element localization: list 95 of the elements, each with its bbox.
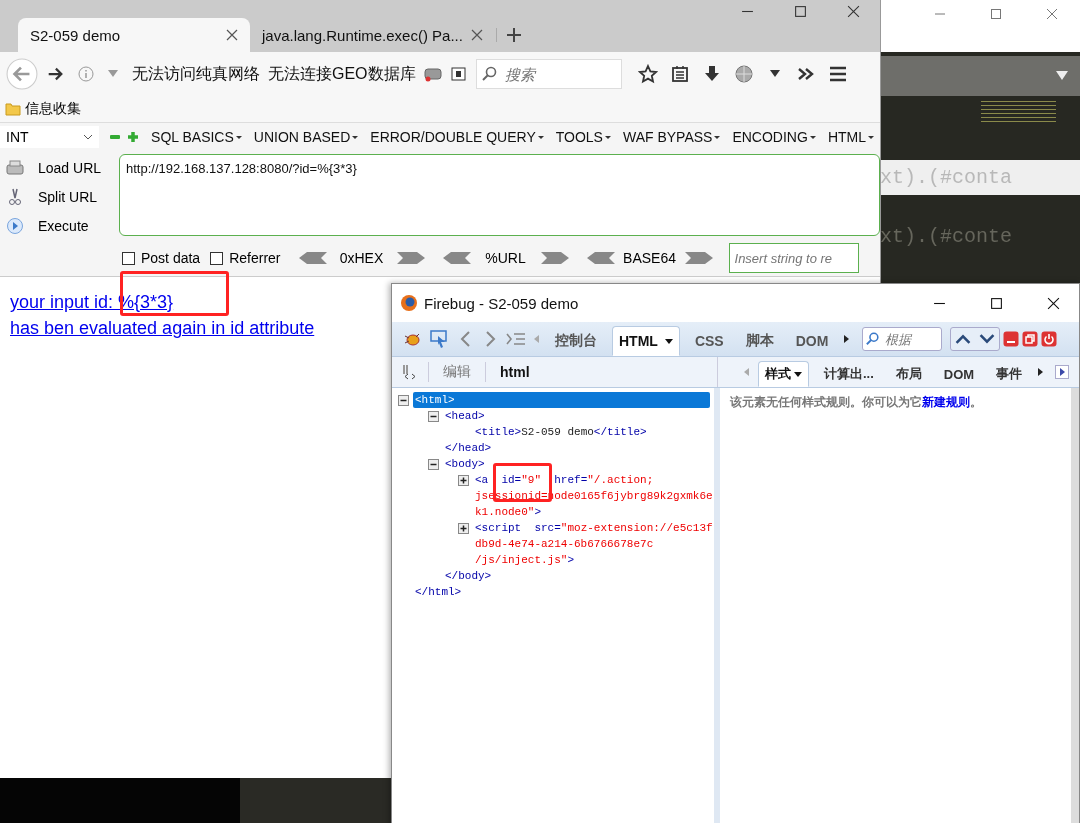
- edit-button[interactable]: 编辑: [439, 363, 475, 381]
- left-arrow-icon[interactable]: [586, 251, 615, 265]
- maximize-icon[interactable]: [990, 296, 1003, 310]
- encoding-label: 0xHEX: [338, 250, 385, 266]
- maximize-icon[interactable]: [794, 5, 807, 18]
- side-panel-tab[interactable]: 布局: [888, 361, 929, 387]
- browser-tab[interactable]: java.lang.Runtime.exec() Pa...: [250, 18, 482, 52]
- toolbar-menu[interactable]: SQL BASICS: [145, 129, 248, 145]
- panel-tab[interactable]: 控制台: [548, 326, 604, 356]
- toolbar-menu[interactable]: HTML: [821, 129, 880, 145]
- dom-node[interactable]: <head>: [443, 408, 487, 424]
- star-icon[interactable]: [637, 64, 658, 84]
- panel-tab[interactable]: 脚本: [738, 326, 781, 356]
- scroll-right-icon[interactable]: [1037, 368, 1044, 376]
- toolbar-menu[interactable]: TOOLS: [549, 129, 617, 145]
- globe-icon[interactable]: [733, 64, 754, 84]
- play-icon: [6, 216, 24, 235]
- bookmark-label: 信息收集: [25, 100, 81, 118]
- browser-logo-icon: [400, 294, 418, 312]
- forward-arrow-icon[interactable]: [46, 65, 64, 83]
- panel-tab[interactable]: HTML: [612, 326, 680, 356]
- encoding-label: %URL: [484, 250, 527, 266]
- plus-icon[interactable]: [127, 131, 140, 143]
- action-button[interactable]: Split URL: [0, 182, 119, 211]
- left-arrow-icon[interactable]: [442, 251, 471, 265]
- reading-list-icon[interactable]: [669, 64, 690, 84]
- search-icon: [481, 66, 498, 82]
- bookmark-folder[interactable]: 信息收集: [5, 100, 81, 118]
- dom-node[interactable]: <title>S2-059 demo</title>: [473, 424, 649, 440]
- new-tab-icon[interactable]: [496, 28, 521, 42]
- expand-toggle-icon[interactable]: [458, 475, 469, 486]
- status-text: 无法连接GEO数据库: [268, 63, 416, 84]
- closing-tag: </html>: [413, 584, 464, 600]
- closing-tag: </body>: [443, 568, 494, 584]
- breadcrumb-item[interactable]: html: [496, 364, 534, 380]
- action-button[interactable]: Load URL: [0, 153, 119, 182]
- menu-icon[interactable]: [827, 64, 848, 84]
- restore-icon[interactable]: [1022, 331, 1039, 347]
- power-icon[interactable]: [1041, 331, 1058, 347]
- panel-tab[interactable]: CSS: [687, 326, 731, 356]
- caret-icon[interactable]: [1056, 71, 1068, 81]
- code-view-icon[interactable]: [402, 364, 418, 380]
- dropdown-caret-icon[interactable]: [769, 70, 780, 78]
- right-arrow-icon[interactable]: [540, 251, 569, 265]
- checkbox[interactable]: [122, 251, 135, 265]
- close-icon[interactable]: [847, 5, 860, 18]
- search-icon: [866, 332, 881, 346]
- side-panel-tab[interactable]: 样式: [758, 361, 809, 387]
- checkbox[interactable]: [210, 251, 224, 265]
- dom-node[interactable]: <script src="moz-extension://e5c13f db9d-4e74-a214-6b6766678e7c /js/inject.js">: [473, 520, 715, 568]
- expand-toggle-icon[interactable]: [458, 523, 469, 534]
- toolbar-menu[interactable]: ERROR/DOUBLE QUERY: [364, 129, 550, 145]
- toolbar-menu[interactable]: ENCODING: [726, 129, 822, 145]
- collapse-toggle-icon[interactable]: [428, 459, 439, 470]
- dom-node[interactable]: <html>: [413, 392, 710, 408]
- status-text: 无法访问纯真网络: [132, 63, 260, 84]
- collapse-toggle-icon[interactable]: [398, 395, 409, 406]
- dom-node[interactable]: <body>: [443, 456, 487, 472]
- window-title: Firebug - S2-059 demo: [424, 294, 579, 312]
- toolbar-menu[interactable]: UNION BASED: [247, 129, 365, 145]
- type-select[interactable]: INT: [0, 126, 100, 148]
- panel-menu-icon[interactable]: [1055, 365, 1070, 379]
- insert-string-field[interactable]: Insert string to re: [728, 243, 859, 273]
- inspect-cursor-icon[interactable]: [430, 329, 450, 349]
- close-icon[interactable]: [1047, 296, 1060, 310]
- style-rules-message: 该元素无任何样式规则。你可以为它新建规则。: [730, 394, 983, 411]
- code-line: xt).(#conte: [879, 225, 1014, 248]
- collapse-toggle-icon[interactable]: [428, 411, 439, 422]
- checkbox-option[interactable]: Post data: [122, 250, 201, 266]
- left-arrow-icon[interactable]: [298, 251, 327, 265]
- caret-icon: [83, 134, 94, 140]
- new-rule-link[interactable]: 新建规则: [922, 395, 970, 409]
- checkbox-option[interactable]: Referrer: [210, 250, 281, 266]
- right-arrow-icon[interactable]: [684, 251, 713, 265]
- browser-tab[interactable]: S2-059 demo: [18, 18, 250, 52]
- page-link[interactable]: has ben evaluated again in id attribute: [10, 315, 315, 341]
- side-panel-tab[interactable]: 计算出...: [817, 361, 881, 387]
- action-button[interactable]: Execute: [0, 211, 119, 240]
- url-field[interactable]: http://192.168.137.128:8080/?id=%{3*3}: [119, 154, 880, 236]
- scrollbar[interactable]: [1071, 388, 1079, 823]
- folder-icon: [5, 101, 21, 117]
- side-panel-tab[interactable]: DOM: [936, 361, 982, 387]
- scroll-right-icon[interactable]: [843, 335, 850, 343]
- search-field[interactable]: 根据: [862, 327, 943, 351]
- search-field[interactable]: 搜索: [475, 59, 622, 89]
- right-arrow-icon[interactable]: [396, 251, 425, 265]
- encoding-label: BASE64: [622, 250, 677, 266]
- disk-icon: [6, 158, 24, 177]
- panel-tab[interactable]: DOM: [788, 326, 836, 356]
- scissors-icon: [6, 187, 24, 206]
- square-icon[interactable]: [449, 65, 468, 83]
- closing-tag: </head>: [443, 440, 494, 456]
- side-panel-tab[interactable]: 事件: [989, 361, 1030, 387]
- close-icon[interactable]: [226, 29, 238, 41]
- toolbar-menu[interactable]: WAF BYPASS: [616, 129, 727, 145]
